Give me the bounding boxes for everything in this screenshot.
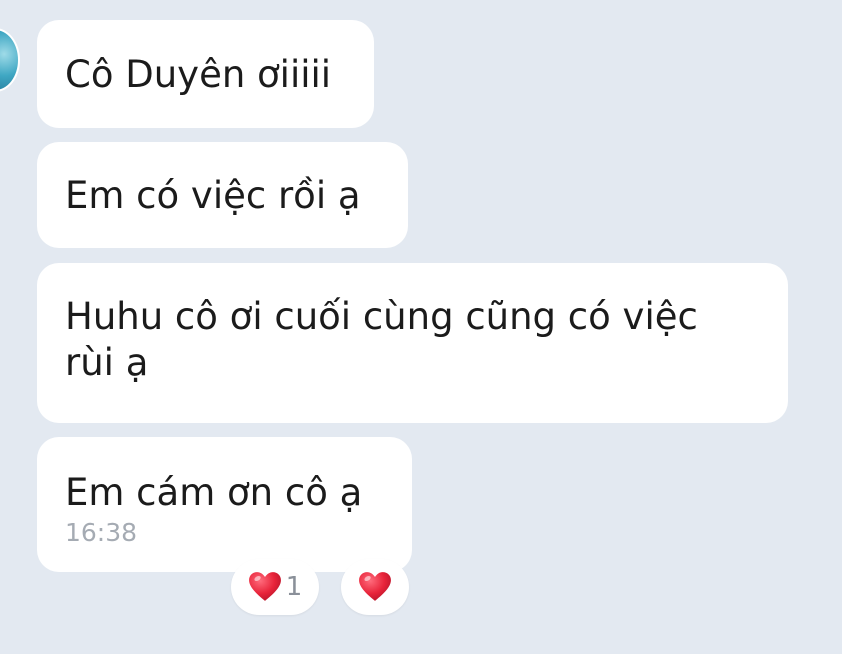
message-bubble[interactable]: Em có việc rồi ạ xyxy=(37,142,408,248)
heart-icon xyxy=(359,572,391,601)
message-bubble[interactable]: Em cám ơn cô ạ 16:38 xyxy=(37,437,412,572)
heart-icon xyxy=(248,572,281,601)
add-reaction-button[interactable] xyxy=(341,559,409,615)
message-text: Em có việc rồi ạ xyxy=(65,174,361,217)
sender-avatar[interactable] xyxy=(0,28,20,92)
message-text: Huhu cô ơi cuối cùng cũng có việc rùi ạ xyxy=(65,295,698,384)
chat-conversation: Cô Duyên ơiiiii Em có việc rồi ạ Huhu cô… xyxy=(0,0,842,654)
message-bubble[interactable]: Huhu cô ơi cuối cùng cũng có việc rùi ạ xyxy=(37,263,788,423)
reaction-count: 1 xyxy=(285,572,303,602)
message-bubble[interactable]: Cô Duyên ơiiiii xyxy=(37,20,374,128)
message-timestamp: 16:38 xyxy=(65,518,138,547)
heart-reaction-count[interactable]: 1 xyxy=(231,559,319,615)
message-text: Cô Duyên ơiiiii xyxy=(65,53,332,96)
message-text: Em cám ơn cô ạ xyxy=(65,471,363,514)
